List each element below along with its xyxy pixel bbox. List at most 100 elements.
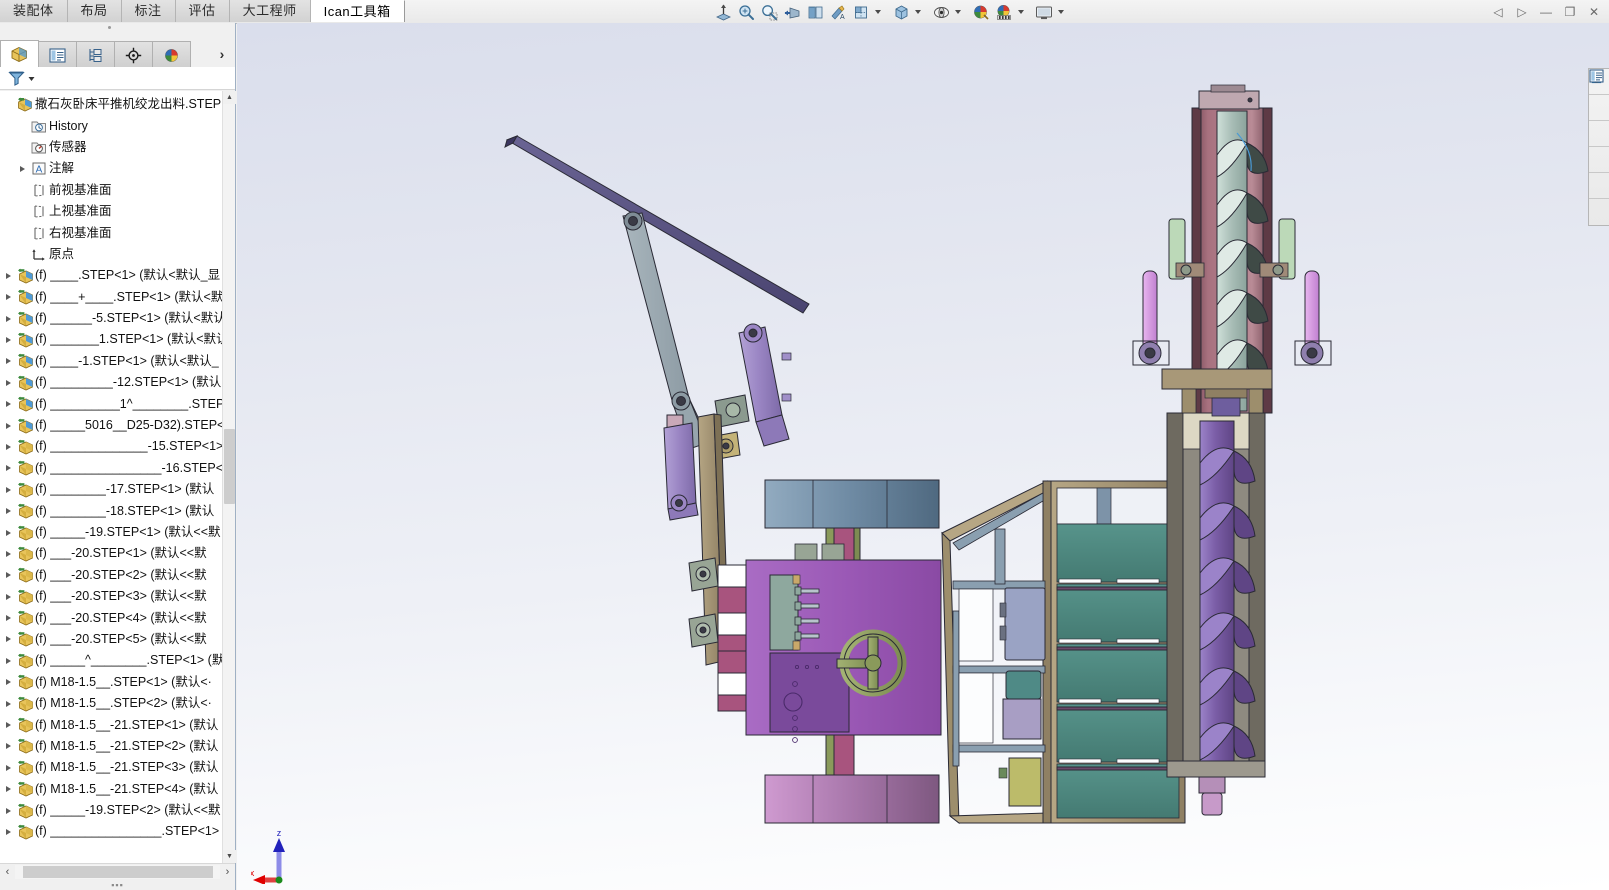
tree-vertical-scrollbar[interactable]: ▲ ▼ <box>222 91 236 863</box>
display-style-icon[interactable] <box>930 2 952 22</box>
zoom-area-icon[interactable] <box>735 2 757 22</box>
tree-item[interactable]: A 注解 <box>0 158 235 179</box>
hscroll-thumb[interactable] <box>23 865 213 878</box>
expand-chevron-right-icon[interactable] <box>2 436 15 457</box>
expand-chevron-right-icon[interactable] <box>2 736 15 757</box>
scroll-left-icon[interactable]: ‹ <box>0 864 15 879</box>
tree-item[interactable]: (f) ___-20.STEP<3> (默认<<默 <box>0 586 235 607</box>
scroll-down-icon[interactable]: ▼ <box>223 850 236 863</box>
tree-item[interactable]: (f) M18-1.5__-21.STEP<4> (默认 <box>0 779 235 800</box>
tree-item[interactable]: (f) ___-20.STEP<2> (默认<<默 <box>0 565 235 586</box>
expand-chevron-right-icon[interactable] <box>2 415 15 436</box>
more-tabs-chevron-right-icon[interactable]: › <box>213 44 231 64</box>
tree-item[interactable]: (f) M18-1.5__-21.STEP<2> (默认 <box>0 736 235 757</box>
zoom-in-out-icon[interactable] <box>758 2 780 22</box>
pin-right-button[interactable]: ▷ <box>1511 3 1533 22</box>
expand-chevron-right-icon[interactable] <box>2 693 15 714</box>
scroll-up-icon[interactable]: ▲ <box>223 91 236 104</box>
feature-tree[interactable]: 撒石灰卧床平推机绞龙出料.STEP (默 History 传感器 A 注解 前视基准面 上视… <box>0 91 235 863</box>
expand-chevron-right-icon[interactable] <box>2 757 15 778</box>
tree-item[interactable]: 右视基准面 <box>0 222 235 243</box>
view-palette-button[interactable] <box>1589 70 1609 173</box>
view-settings-icon[interactable] <box>1033 2 1055 22</box>
expand-chevron-right-icon[interactable] <box>2 501 15 522</box>
dimxpert-manager-tab[interactable] <box>114 41 153 68</box>
view-settings-chevron-down-icon[interactable] <box>1056 2 1065 22</box>
tree-item[interactable]: (f) _______1.STEP<1> (默认<默认 <box>0 329 235 350</box>
ribbon-tab-5[interactable]: Ican工具箱 <box>310 0 405 22</box>
expand-chevron-right-icon[interactable] <box>2 372 15 393</box>
view-orientation-icon[interactable] <box>890 2 912 22</box>
tree-item[interactable]: (f) ____.STEP<1> (默认<默认_显 <box>0 265 235 286</box>
tree-item[interactable]: History <box>0 115 235 136</box>
tree-item[interactable]: (f) ________________.STEP<1> <box>0 821 235 842</box>
tree-item[interactable]: (f) ____-1.STEP<1> (默认<默认_ <box>0 351 235 372</box>
tree-item[interactable]: (f) ________-18.STEP<1> (默认 <box>0 500 235 521</box>
tree-item[interactable]: (f) _________-12.STEP<1> (默认 <box>0 372 235 393</box>
tree-item[interactable]: (f) __________1^________.STEP <box>0 393 235 414</box>
close-button[interactable]: ✕ <box>1583 3 1605 22</box>
tree-item[interactable]: 上视基准面 <box>0 201 235 222</box>
design-library-button[interactable] <box>1589 70 1609 121</box>
ribbon-tab-4[interactable]: 大工程师 <box>229 0 311 22</box>
tree-item[interactable]: 前视基准面 <box>0 180 235 201</box>
expand-chevron-right-icon[interactable] <box>2 329 15 350</box>
expand-chevron-right-icon[interactable] <box>2 650 15 671</box>
expand-chevron-right-icon[interactable] <box>2 522 15 543</box>
minimize-button[interactable]: — <box>1535 3 1557 22</box>
display-style-chevron-down-icon[interactable] <box>953 2 962 22</box>
tree-item[interactable]: (f) ___-20.STEP<1> (默认<<默 <box>0 543 235 564</box>
panel-splitter[interactable]: ▪▪▪ <box>0 880 235 890</box>
scrollbar-thumb[interactable] <box>224 429 235 504</box>
tree-item[interactable]: (f) M18-1.5__.STEP<2> (默认<· <box>0 693 235 714</box>
expand-chevron-right-icon[interactable] <box>2 287 15 308</box>
expand-chevron-right-icon[interactable] <box>2 543 15 564</box>
display-manager-tab[interactable] <box>152 41 191 68</box>
expand-chevron-right-icon[interactable] <box>2 394 15 415</box>
tree-horizontal-scrollbar[interactable]: ‹ › <box>0 863 235 879</box>
expand-chevron-right-icon[interactable] <box>16 158 29 179</box>
expand-chevron-right-icon[interactable] <box>2 629 15 650</box>
scroll-right-icon[interactable]: › <box>220 864 235 879</box>
tree-item[interactable]: (f) M18-1.5__-21.STEP<1> (默认 <box>0 714 235 735</box>
expand-chevron-right-icon[interactable] <box>2 800 15 821</box>
file-explorer-button[interactable] <box>1589 71 1609 147</box>
ribbon-tab-1[interactable]: 布局 <box>67 0 122 22</box>
tree-item[interactable]: (f) ______________-15.STEP<1> <box>0 436 235 457</box>
tree-item[interactable]: (f) ________-17.STEP<1> (默认 <box>0 479 235 500</box>
tree-item[interactable]: (f) _____5016__D25-D32).STEP< <box>0 415 235 436</box>
expand-chevron-right-icon[interactable] <box>2 479 15 500</box>
ribbon-tab-0[interactable]: 装配体 <box>0 0 68 22</box>
tree-item[interactable]: (f) ________________-16.STEP<1 <box>0 458 235 479</box>
feature-tree-tab[interactable] <box>0 40 39 68</box>
property-manager-tab[interactable] <box>38 41 77 68</box>
expand-chevron-right-icon[interactable] <box>2 351 15 372</box>
tree-item[interactable]: 撒石灰卧床平推机绞龙出料.STEP (默 <box>0 94 235 115</box>
previous-view-icon[interactable] <box>781 2 803 22</box>
tree-item[interactable]: (f) _____^________.STEP<1> (默 <box>0 650 235 671</box>
expand-chevron-right-icon[interactable] <box>2 672 15 693</box>
tree-item[interactable]: (f) ____+____.STEP<1> (默认<默 <box>0 287 235 308</box>
filter-chevron-down-icon[interactable] <box>28 71 35 85</box>
tree-item[interactable]: 原点 <box>0 244 235 265</box>
ribbon-tab-3[interactable]: 评估 <box>175 0 230 22</box>
apply-scene-icon[interactable] <box>993 2 1015 22</box>
appearances-icon[interactable] <box>970 2 992 22</box>
expand-chevron-right-icon[interactable] <box>2 265 15 286</box>
tree-item[interactable]: (f) ___-20.STEP<4> (默认<<默 <box>0 607 235 628</box>
graphics-viewport[interactable]: z x <box>237 23 1609 890</box>
expand-chevron-right-icon[interactable] <box>2 458 15 479</box>
view-orientation-chevron-down-icon[interactable] <box>913 2 922 22</box>
expand-chevron-right-icon[interactable] <box>2 608 15 629</box>
tree-item[interactable]: (f) ______-5.STEP<1> (默认<默认 <box>0 308 235 329</box>
tree-item[interactable]: 传感器 <box>0 137 235 158</box>
configuration-manager-tab[interactable] <box>76 41 115 68</box>
expand-chevron-right-icon[interactable] <box>2 586 15 607</box>
expand-chevron-right-icon[interactable] <box>2 308 15 329</box>
edit-appearance-icon[interactable]: A <box>827 2 849 22</box>
ribbon-tab-2[interactable]: 标注 <box>121 0 176 22</box>
tree-item[interactable]: (f) M18-1.5__.STEP<1> (默认<· <box>0 672 235 693</box>
expand-chevron-right-icon[interactable] <box>2 821 15 842</box>
hide-show-items-icon[interactable] <box>850 2 872 22</box>
expand-chevron-right-icon[interactable] <box>2 779 15 800</box>
